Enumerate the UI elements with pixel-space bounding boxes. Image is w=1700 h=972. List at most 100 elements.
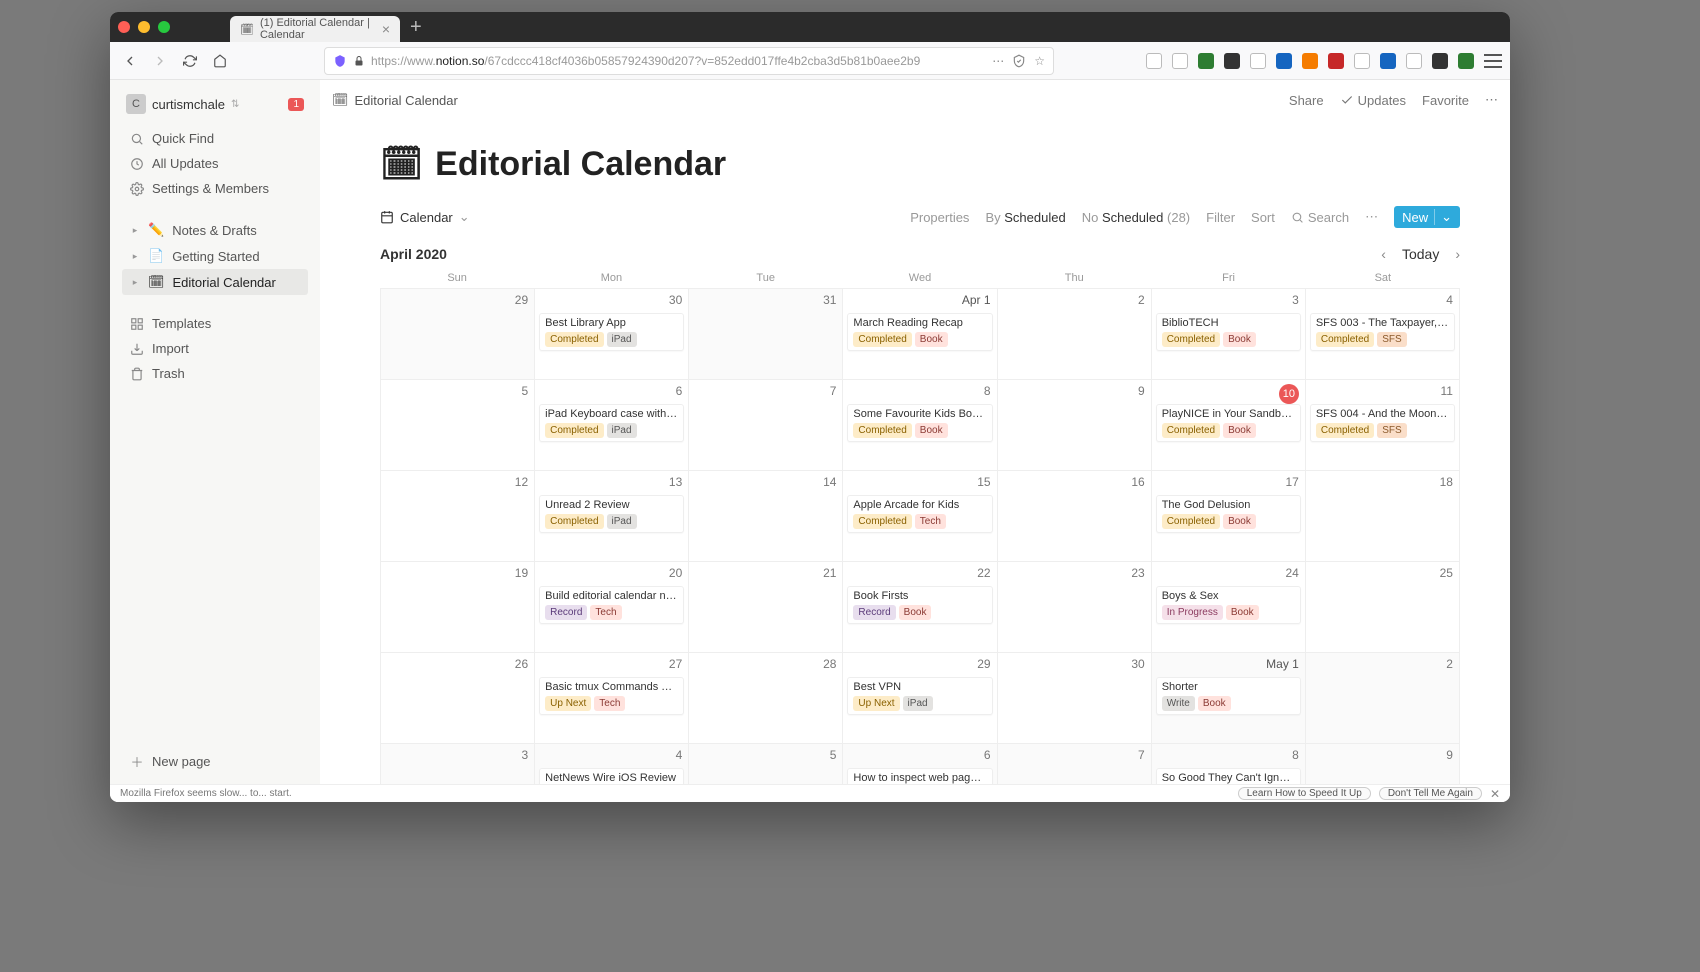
calendar-event[interactable]: The God DelusionCompletedBook	[1156, 495, 1301, 533]
sort-button[interactable]: Sort	[1251, 210, 1275, 225]
ext-blue-icon[interactable]	[1276, 53, 1292, 69]
calendar-cell[interactable]: 16	[998, 471, 1152, 562]
ext-green-icon[interactable]	[1198, 53, 1214, 69]
sidebar-page-notes-drafts[interactable]: ▸✏️Notes & Drafts	[122, 217, 308, 243]
calendar-cell[interactable]: 6iPad Keyboard case with trac...Complete…	[535, 380, 689, 471]
disclosure-icon[interactable]: ▸	[130, 277, 140, 288]
calendar-cell[interactable]: 23	[998, 562, 1152, 653]
calendar-event[interactable]: So Good They Can't Ignore YouUp Next	[1156, 768, 1301, 784]
calendar-event[interactable]: iPad Keyboard case with trac...Completed…	[539, 404, 684, 442]
group-by[interactable]: By Scheduled	[985, 210, 1065, 225]
calendar-event[interactable]: Build editorial calendar notionRecordTec…	[539, 586, 684, 624]
calendar-cell[interactable]: 8Some Favourite Kids BooksCompletedBook	[843, 380, 997, 471]
updates-button[interactable]: Updates	[1340, 93, 1406, 108]
calendar-cell[interactable]: 3BiblioTECHCompletedBook	[1152, 289, 1306, 380]
breadcrumb[interactable]: 🗓 Editorial Calendar	[332, 92, 458, 108]
sidebar-item-settings-members[interactable]: Settings & Members	[122, 176, 308, 201]
close-icon[interactable]	[118, 21, 130, 33]
calendar-cell[interactable]: 7	[689, 380, 843, 471]
workspace-switcher[interactable]: C curtismchale ⇅ 1	[122, 90, 308, 118]
calendar-cell[interactable]: 28	[689, 653, 843, 744]
disclosure-icon[interactable]: ▸	[130, 225, 140, 236]
ext-dark-icon[interactable]	[1224, 53, 1240, 69]
prev-month-button[interactable]: ‹	[1381, 246, 1386, 262]
calendar-cell[interactable]: 5	[689, 744, 843, 784]
favorite-button[interactable]: Favorite	[1422, 93, 1469, 108]
disclosure-icon[interactable]: ▸	[130, 251, 140, 262]
calendar-cell[interactable]: 13Unread 2 ReviewCompletediPad	[535, 471, 689, 562]
page-actions-icon[interactable]: ⋯	[992, 54, 1004, 68]
ext-globe-icon[interactable]	[1380, 53, 1396, 69]
calendar-cell[interactable]: 27Basic tmux Commands You N...Up NextTec…	[535, 653, 689, 744]
calendar-event[interactable]: Best Library AppCompletediPad	[539, 313, 684, 351]
no-scheduled[interactable]: No Scheduled (28)	[1082, 210, 1190, 225]
ext-more-icon[interactable]	[1354, 53, 1370, 69]
sidebar-item-quick-find[interactable]: Quick Find	[122, 126, 308, 151]
ext-library-icon[interactable]	[1146, 53, 1162, 69]
calendar-event[interactable]: Boys & SexIn ProgressBook	[1156, 586, 1301, 624]
calendar-cell[interactable]: 29	[381, 289, 535, 380]
ext-orange-icon[interactable]	[1302, 53, 1318, 69]
calendar-cell[interactable]: 21	[689, 562, 843, 653]
minimize-icon[interactable]	[138, 21, 150, 33]
new-tab-button[interactable]: +	[410, 16, 422, 39]
url-input[interactable]: https://www.notion.so/67cdccc418cf4036b0…	[324, 47, 1054, 75]
calendar-cell[interactable]: 4SFS 003 - The Taxpayer, Thir...Complete…	[1306, 289, 1460, 380]
filter-button[interactable]: Filter	[1206, 210, 1235, 225]
next-month-button[interactable]: ›	[1455, 246, 1460, 262]
calendar-event[interactable]: SFS 003 - The Taxpayer, Thir...Completed…	[1310, 313, 1455, 351]
more-icon[interactable]: ⋯	[1365, 209, 1378, 225]
maximize-icon[interactable]	[158, 21, 170, 33]
calendar-event[interactable]: PlayNICE in Your Sandbox at ...Completed…	[1156, 404, 1301, 442]
calendar-cell[interactable]: 4NetNews Wire iOS ReviewUp Next	[535, 744, 689, 784]
calendar-event[interactable]: Apple Arcade for KidsCompletedTech	[847, 495, 992, 533]
calendar-cell[interactable]: 30Best Library AppCompletediPad	[535, 289, 689, 380]
calendar-event[interactable]: Basic tmux Commands You N...Up NextTech	[539, 677, 684, 715]
calendar-cell[interactable]: 18	[1306, 471, 1460, 562]
calendar-event[interactable]: Some Favourite Kids BooksCompletedBook	[847, 404, 992, 442]
account-icon[interactable]	[1406, 53, 1422, 69]
learn-button[interactable]: Learn How to Speed It Up	[1238, 787, 1371, 800]
chevron-down-icon[interactable]: ⌄	[1434, 209, 1452, 225]
calendar-cell[interactable]: 24Boys & SexIn ProgressBook	[1152, 562, 1306, 653]
calendar-event[interactable]: Book FirstsRecordBook	[847, 586, 992, 624]
ext-reader-icon[interactable]	[1250, 53, 1266, 69]
calendar-cell[interactable]: Apr 1March Reading RecapCompletedBook	[843, 289, 997, 380]
calendar-cell[interactable]: 15Apple Arcade for KidsCompletedTech	[843, 471, 997, 562]
calendar-event[interactable]: BiblioTECHCompletedBook	[1156, 313, 1301, 351]
reload-button[interactable]	[178, 49, 202, 73]
forward-button[interactable]	[148, 49, 172, 73]
calendar-cell[interactable]: 6How to inspect web pages on...Up Next	[843, 744, 997, 784]
calendar-cell[interactable]: 14	[689, 471, 843, 562]
calendar-event[interactable]: SFS 004 - And the Moon Be ...CompletedSF…	[1310, 404, 1455, 442]
today-button[interactable]: Today	[1402, 246, 1439, 262]
sidebar-item-trash[interactable]: Trash	[122, 361, 308, 386]
new-button[interactable]: New ⌄	[1394, 206, 1460, 228]
back-button[interactable]	[118, 49, 142, 73]
more-button[interactable]: ⋯	[1485, 92, 1498, 108]
browser-tab[interactable]: 🗓 (1) Editorial Calendar | Calendar ×	[230, 16, 400, 42]
calendar-cell[interactable]: 30	[998, 653, 1152, 744]
sidebar-item-templates[interactable]: Templates	[122, 311, 308, 336]
calendar-event[interactable]: Unread 2 ReviewCompletediPad	[539, 495, 684, 533]
calendar-event[interactable]: Best VPNUp NextiPad	[847, 677, 992, 715]
ext-g-icon[interactable]	[1458, 53, 1474, 69]
calendar-cell[interactable]: 20Build editorial calendar notionRecordT…	[535, 562, 689, 653]
search-button[interactable]: Search	[1291, 210, 1349, 225]
page-title[interactable]: 🗓 Editorial Calendar	[380, 144, 1460, 184]
ext-v-icon[interactable]	[1432, 53, 1448, 69]
calendar-cell[interactable]: 9	[998, 380, 1152, 471]
calendar-cell[interactable]: 9	[1306, 744, 1460, 784]
menu-icon[interactable]	[1484, 54, 1502, 68]
calendar-cell[interactable]: 11SFS 004 - And the Moon Be ...Completed…	[1306, 380, 1460, 471]
calendar-cell[interactable]: 17The God DelusionCompletedBook	[1152, 471, 1306, 562]
ext-sidebar-icon[interactable]	[1172, 53, 1188, 69]
home-button[interactable]	[208, 49, 232, 73]
sidebar-item-import[interactable]: Import	[122, 336, 308, 361]
calendar-cell[interactable]: 25	[1306, 562, 1460, 653]
reader-icon[interactable]	[1012, 54, 1026, 68]
tab-close-icon[interactable]: ×	[382, 22, 390, 36]
view-selector[interactable]: Calendar ⌄	[380, 209, 470, 225]
calendar-cell[interactable]: 7	[998, 744, 1152, 784]
sidebar-page-getting-started[interactable]: ▸📄Getting Started	[122, 243, 308, 269]
